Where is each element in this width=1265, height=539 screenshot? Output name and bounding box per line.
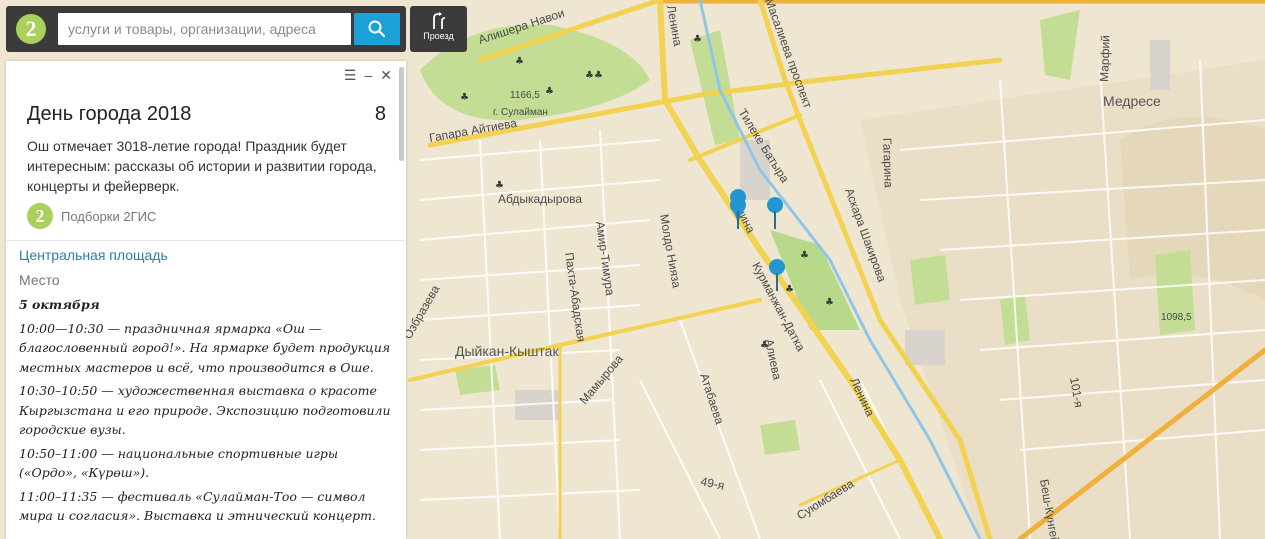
close-icon[interactable]: ✕ bbox=[380, 67, 392, 83]
schedule-item: 10:30–10:50 — художественная выставка о … bbox=[19, 383, 391, 437]
search-input[interactable] bbox=[58, 13, 351, 45]
map-label-medrese: Медресе bbox=[1103, 93, 1161, 109]
scrollbar[interactable] bbox=[399, 67, 404, 161]
map-label-marfiy: Марфий bbox=[1097, 35, 1113, 82]
tree-icon: ♣ bbox=[693, 34, 702, 45]
tree-icon: ♣ bbox=[515, 56, 524, 67]
2gis-logo[interactable]: 2 bbox=[16, 14, 46, 44]
schedule-item: 10:50–11:00 — национальные спортивные иг… bbox=[19, 445, 339, 481]
tree-icon: ♣ bbox=[800, 250, 809, 261]
place-link[interactable]: Центральная площадь bbox=[19, 247, 168, 263]
tree-icon: ♣ bbox=[825, 297, 834, 308]
map-label-dyikan: Дыйкан-Кыштак bbox=[455, 343, 559, 359]
panel-description: Ош отмечает 3018-летие города! Праздник … bbox=[27, 138, 377, 194]
minimize-icon[interactable]: – bbox=[364, 67, 372, 83]
schedule-date: 5 октября bbox=[19, 297, 100, 312]
route-button-label: Проезд bbox=[423, 31, 454, 41]
map-label-sulayman: г. Сулайман bbox=[493, 107, 548, 118]
event-schedule: 5 октября 10:00—10:30 — праздничная ярма… bbox=[19, 295, 399, 530]
search-bar: 2 bbox=[6, 6, 406, 52]
schedule-item: 10:00—10:30 — праздничная ярмарка «Ош — … bbox=[19, 320, 391, 375]
panel-controls: ☰ – ✕ bbox=[344, 67, 392, 83]
map-label-height-1098: 1098,5 bbox=[1161, 312, 1192, 323]
divider bbox=[6, 240, 406, 241]
search-button[interactable] bbox=[354, 13, 400, 45]
list-icon[interactable]: ☰ bbox=[344, 67, 357, 83]
tree-icon: ♣ bbox=[785, 284, 794, 295]
tree-icon: ♣ bbox=[760, 340, 769, 351]
panel-title: День города 2018 bbox=[27, 103, 192, 125]
tree-icon: ♣ bbox=[545, 86, 554, 97]
search-icon bbox=[368, 20, 386, 38]
panel-count: 8 bbox=[374, 103, 386, 125]
collection-panel: ☰ – ✕ День города 2018 8 Ош отмечает 301… bbox=[6, 61, 406, 539]
place-type: Место bbox=[19, 272, 60, 288]
tree-icon: ♣ bbox=[460, 92, 469, 103]
route-button[interactable]: Проезд bbox=[410, 6, 467, 52]
map-label-gagarina: Гагарина bbox=[880, 138, 896, 189]
tree-icon: ♣ bbox=[495, 180, 504, 191]
tree-icon: ♣♣ bbox=[585, 70, 603, 81]
route-icon bbox=[432, 12, 445, 29]
map-label-abdykadyrova: Абдыкадырова bbox=[498, 192, 582, 206]
source-label: Подборки 2ГИС bbox=[61, 208, 157, 224]
source[interactable]: 2 Подборки 2ГИС bbox=[27, 203, 156, 229]
2gis-logo-icon: 2 bbox=[27, 203, 53, 229]
schedule-item: 11:00–11:35 — фестиваль «Сулайман-Тоо — … bbox=[19, 488, 376, 524]
map-label-height-1166: 1166,5 bbox=[510, 90, 540, 101]
